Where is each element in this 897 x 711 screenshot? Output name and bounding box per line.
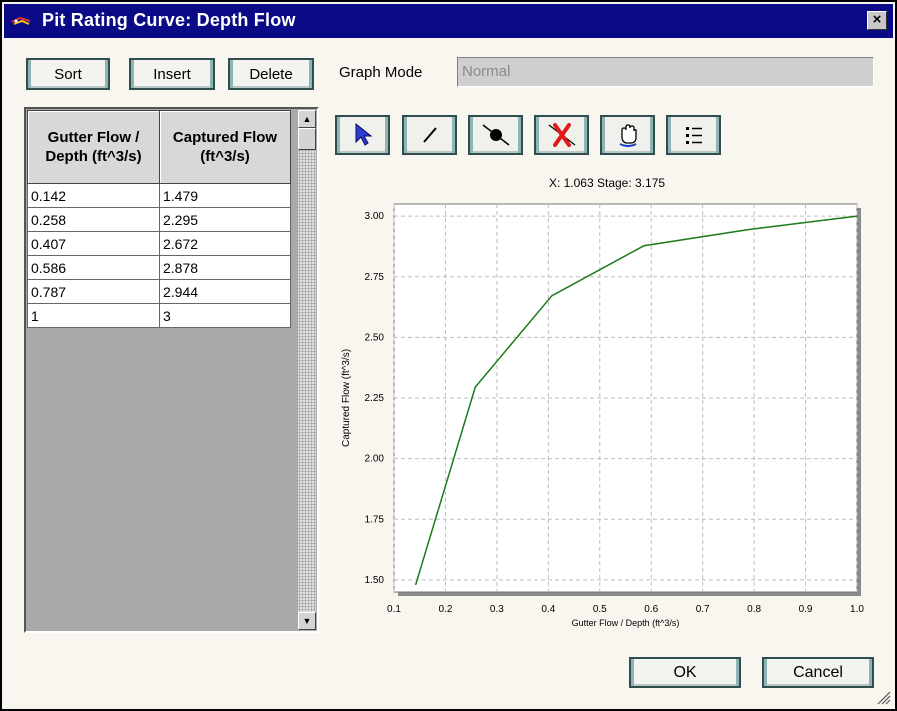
- y-tick-label: 3.00: [365, 211, 385, 222]
- x-tick-label: 0.7: [696, 604, 710, 615]
- cell-captured-flow[interactable]: 2.295: [159, 207, 291, 232]
- x-tick-label: 0.9: [799, 604, 813, 615]
- y-tick-label: 2.00: [365, 454, 385, 465]
- y-tick-label: 2.75: [365, 272, 385, 283]
- point-tool-button[interactable]: [468, 115, 523, 155]
- x-tick-label: 0.2: [438, 604, 452, 615]
- select-pointer-icon: [355, 122, 372, 146]
- line-tool-button[interactable]: [402, 115, 457, 155]
- cell-captured-flow[interactable]: 1.479: [159, 183, 291, 208]
- add-point-icon: [482, 124, 509, 146]
- x-tick-label: 0.8: [747, 604, 761, 615]
- column-header-captured-flow[interactable]: Captured Flow (ft^3/s): [159, 110, 291, 184]
- cell-gutter-flow[interactable]: 0.407: [27, 231, 160, 256]
- x-tick-label: 0.4: [541, 604, 555, 615]
- close-button[interactable]: ×: [867, 11, 887, 30]
- cell-captured-flow[interactable]: 2.944: [159, 279, 291, 304]
- draw-line-icon: [422, 127, 437, 143]
- table-row: 0.258 2.295: [27, 207, 291, 232]
- table-row: 0.586 2.878: [27, 255, 291, 280]
- data-table-panel: Gutter Flow / Depth (ft^3/s) Captured Fl…: [24, 107, 319, 633]
- sort-button[interactable]: Sort: [26, 58, 110, 90]
- x-tick-label: 0.6: [644, 604, 658, 615]
- window-title: Pit Rating Curve: Depth Flow: [42, 10, 296, 30]
- dialog-window: Pit Rating Curve: Depth Flow × Sort Inse…: [0, 0, 897, 711]
- cell-gutter-flow[interactable]: 1: [27, 303, 160, 328]
- cell-captured-flow[interactable]: 3: [159, 303, 291, 328]
- x-axis-label: Gutter Flow / Depth (ft^3/s): [572, 618, 680, 628]
- scroll-down-icon[interactable]: ▼: [298, 612, 316, 630]
- y-axis-label: Captured Flow (ft^3/s): [341, 349, 352, 447]
- insert-button[interactable]: Insert: [129, 58, 215, 90]
- pan-tool-button[interactable]: [600, 115, 655, 155]
- ok-button[interactable]: OK: [629, 657, 741, 688]
- y-tick-label: 2.25: [365, 393, 385, 404]
- delete-point-tool-button[interactable]: [534, 115, 589, 155]
- rating-curve-chart[interactable]: 0.1 0.2 0.3 0.4 0.5 0.6 0.7 0.8 0.9 1.0 1.50 1.75 2.…: [337, 194, 877, 634]
- app-icon: [11, 16, 31, 25]
- cancel-button[interactable]: Cancel: [762, 657, 874, 688]
- column-header-gutter-flow[interactable]: Gutter Flow / Depth (ft^3/s): [27, 110, 160, 184]
- y-tick-label: 1.75: [365, 514, 385, 525]
- select-tool-button[interactable]: [335, 115, 390, 155]
- x-tick-label: 0.3: [490, 604, 504, 615]
- list-tool-button[interactable]: [666, 115, 721, 155]
- table-row: 0.787 2.944: [27, 279, 291, 304]
- cell-captured-flow[interactable]: 2.878: [159, 255, 291, 280]
- table-row: 0.142 1.479: [27, 183, 291, 208]
- graph-mode-field: Normal: [457, 57, 874, 87]
- table-row: 0.407 2.672: [27, 231, 291, 256]
- table-scrollbar[interactable]: ▲ ▼: [298, 110, 316, 630]
- x-tick-label: 1.0: [850, 604, 864, 615]
- table-row: 1 3: [27, 303, 291, 328]
- resize-grip-icon[interactable]: [875, 689, 891, 705]
- graph-mode-label: Graph Mode: [339, 64, 423, 81]
- y-tick-label: 2.50: [365, 332, 385, 343]
- x-tick-label: 0.1: [387, 604, 401, 615]
- rating-table[interactable]: Gutter Flow / Depth (ft^3/s) Captured Fl…: [27, 110, 291, 328]
- delete-button[interactable]: Delete: [228, 58, 314, 90]
- scroll-up-icon[interactable]: ▲: [298, 110, 316, 128]
- list-icon: [685, 127, 702, 144]
- cell-gutter-flow[interactable]: 0.787: [27, 279, 160, 304]
- title-bar[interactable]: Pit Rating Curve: Depth Flow ×: [4, 4, 893, 38]
- cell-gutter-flow[interactable]: 0.258: [27, 207, 160, 232]
- cell-gutter-flow[interactable]: 0.586: [27, 255, 160, 280]
- y-tick-label: 1.50: [365, 575, 385, 586]
- scroll-thumb[interactable]: [298, 128, 316, 150]
- cursor-readout: X: 1.063 Stage: 3.175: [548, 176, 666, 190]
- cell-captured-flow[interactable]: 2.672: [159, 231, 291, 256]
- x-tick-label: 0.5: [593, 604, 607, 615]
- pan-hand-icon: [619, 124, 637, 147]
- delete-point-icon: [548, 123, 575, 147]
- cell-gutter-flow[interactable]: 0.142: [27, 183, 160, 208]
